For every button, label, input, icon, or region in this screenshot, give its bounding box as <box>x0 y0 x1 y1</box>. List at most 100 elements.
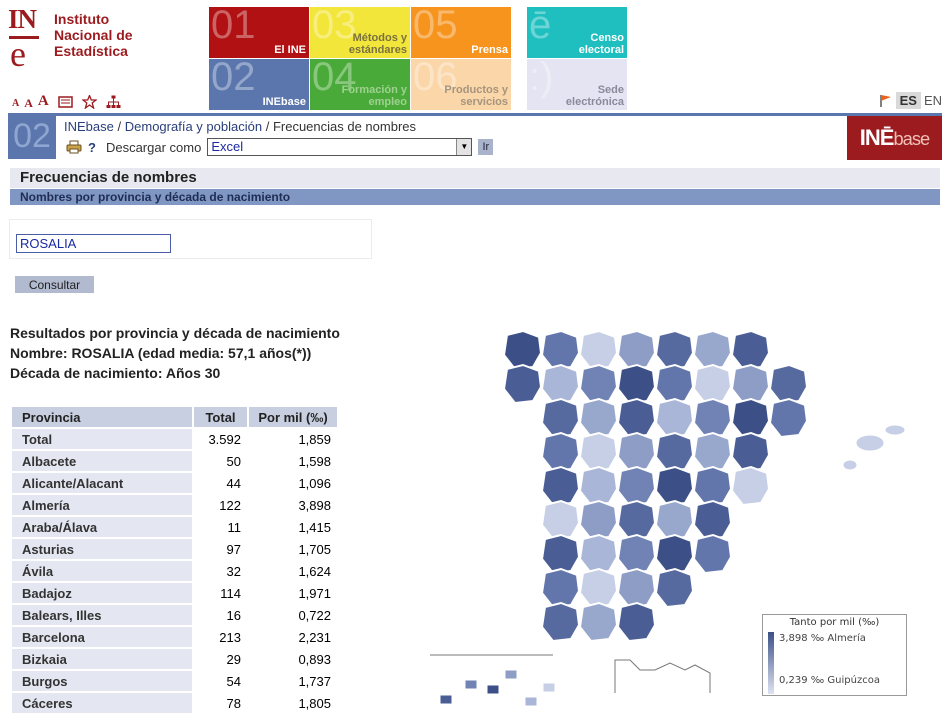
province-area[interactable] <box>540 397 581 439</box>
province-area[interactable] <box>730 431 771 473</box>
cell-provincia[interactable]: Burgos <box>12 671 192 691</box>
lang-en-button[interactable]: EN <box>924 93 942 108</box>
province-area[interactable] <box>616 329 657 371</box>
province-area[interactable] <box>578 567 619 609</box>
font-large-button[interactable]: A <box>38 94 49 109</box>
province-area[interactable] <box>654 397 695 439</box>
province-area[interactable] <box>730 397 771 439</box>
province-area[interactable] <box>616 567 657 609</box>
province-area[interactable] <box>578 533 619 575</box>
column-header-por-mil[interactable]: Por mil (‰) <box>247 407 337 427</box>
province-area[interactable] <box>616 397 657 439</box>
province-area[interactable] <box>654 431 695 473</box>
help-icon[interactable]: ? <box>88 140 96 155</box>
column-header-total[interactable]: Total <box>192 407 247 427</box>
province-area[interactable] <box>540 567 581 609</box>
province-area[interactable] <box>578 601 619 643</box>
province-area[interactable] <box>654 567 695 609</box>
province-area[interactable] <box>578 329 619 371</box>
province-area[interactable] <box>578 465 619 507</box>
province-area[interactable] <box>842 459 858 471</box>
tile-metodos[interactable]: 03 Métodos y estándares <box>310 7 410 58</box>
province-area[interactable] <box>504 669 518 680</box>
province-area[interactable] <box>616 533 657 575</box>
province-area[interactable] <box>464 679 478 690</box>
province-area[interactable] <box>578 499 619 541</box>
download-format-select[interactable]: Excel ▼ <box>207 138 473 156</box>
province-area[interactable] <box>578 431 619 473</box>
province-area[interactable] <box>542 682 556 693</box>
province-area[interactable] <box>502 329 543 371</box>
province-area[interactable] <box>524 696 538 707</box>
tile-prensa[interactable]: 05 Prensa <box>411 7 511 58</box>
province-area[interactable] <box>540 533 581 575</box>
province-area[interactable] <box>540 499 581 541</box>
province-area[interactable] <box>692 363 733 405</box>
cell-provincia[interactable]: Ávila <box>12 561 192 581</box>
province-area[interactable] <box>730 465 771 507</box>
star-icon[interactable] <box>80 93 98 110</box>
province-area[interactable] <box>486 684 500 695</box>
province-area[interactable] <box>540 465 581 507</box>
cell-provincia[interactable]: Total <box>12 429 192 449</box>
lang-es-button[interactable]: ES <box>895 92 921 109</box>
cell-provincia[interactable]: Balears, Illes <box>12 605 192 625</box>
province-area[interactable] <box>578 363 619 405</box>
cell-provincia[interactable]: Almería <box>12 495 192 515</box>
province-area[interactable] <box>654 533 695 575</box>
province-area[interactable] <box>540 363 581 405</box>
cell-provincia[interactable]: Araba/Álava <box>12 517 192 537</box>
cell-provincia[interactable]: Cáceres <box>12 693 192 713</box>
province-area[interactable] <box>616 431 657 473</box>
font-small-button[interactable]: A <box>12 99 19 109</box>
tile-sede-electronica[interactable]: :) Sede electrónica <box>527 59 627 110</box>
province-area[interactable] <box>616 363 657 405</box>
province-area[interactable] <box>692 465 733 507</box>
province-area[interactable] <box>730 329 771 371</box>
ine-logo[interactable]: IN e Instituto Nacional de Estadística <box>6 4 206 76</box>
name-search-input[interactable] <box>16 234 171 253</box>
tile-inebase[interactable]: 02 INEbase <box>209 59 309 110</box>
cell-provincia[interactable]: Badajoz <box>12 583 192 603</box>
inebase-brand[interactable]: INĒbase <box>847 116 942 160</box>
tile-censo-electoral[interactable]: ē Censo electoral <box>527 7 627 58</box>
province-area[interactable] <box>616 465 657 507</box>
cell-provincia[interactable]: Asturias <box>12 539 192 559</box>
province-area[interactable] <box>768 397 809 439</box>
province-area[interactable] <box>654 329 695 371</box>
font-medium-button[interactable]: A <box>24 97 33 109</box>
province-area[interactable] <box>654 499 695 541</box>
province-area[interactable] <box>692 397 733 439</box>
province-area[interactable] <box>439 694 453 705</box>
chevron-down-icon[interactable]: ▼ <box>456 139 472 155</box>
province-area[interactable] <box>616 499 657 541</box>
breadcrumb-inebase[interactable]: INEbase <box>64 119 114 134</box>
province-area[interactable] <box>540 329 581 371</box>
province-area[interactable] <box>768 363 809 405</box>
province-area[interactable] <box>578 397 619 439</box>
tile-formacion[interactable]: 04 Formación y empleo <box>310 59 410 110</box>
tile-productos[interactable]: 06 Productos y servicios <box>411 59 511 110</box>
go-button[interactable]: Ir <box>478 139 494 155</box>
province-area[interactable] <box>616 601 657 643</box>
province-area[interactable] <box>692 431 733 473</box>
province-area[interactable] <box>855 434 885 452</box>
province-area[interactable] <box>884 424 906 436</box>
province-area[interactable] <box>654 363 695 405</box>
province-area[interactable] <box>692 533 733 575</box>
cell-provincia[interactable]: Barcelona <box>12 627 192 647</box>
province-area[interactable] <box>730 363 771 405</box>
printer-icon[interactable] <box>66 140 82 154</box>
province-area[interactable] <box>540 601 581 643</box>
document-icon[interactable] <box>58 95 73 109</box>
province-area[interactable] <box>692 329 733 371</box>
cell-provincia[interactable]: Bizkaia <box>12 649 192 669</box>
sitemap-icon[interactable] <box>106 95 121 109</box>
consultar-button[interactable]: Consultar <box>15 276 94 293</box>
province-area[interactable] <box>540 431 581 473</box>
cell-provincia[interactable]: Albacete <box>12 451 192 471</box>
cell-provincia[interactable]: Alicante/Alacant <box>12 473 192 493</box>
province-area[interactable] <box>654 465 695 507</box>
breadcrumb-demografia[interactable]: Demografía y población <box>125 119 262 134</box>
tile-el-ine[interactable]: 01 El INE <box>209 7 309 58</box>
